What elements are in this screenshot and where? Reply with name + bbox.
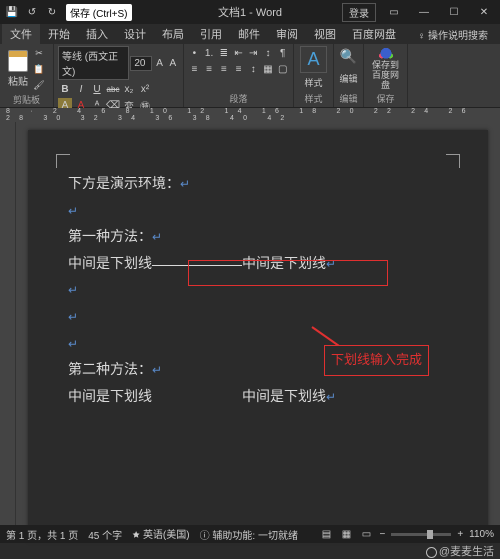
status-words[interactable]: 45 个字	[88, 527, 122, 542]
align-right-icon[interactable]: ≡	[217, 62, 230, 76]
tell-me-search[interactable]: ♀ 操作说明搜索	[410, 25, 496, 44]
statusbar: 第 1 页，共 1 页 45 个字 🟊 英语(美国) ⓘ 辅助功能: 一切就绪 …	[0, 525, 500, 543]
status-lang[interactable]: 🟊 英语(美国)	[132, 526, 189, 543]
font-name-select[interactable]: 等线 (西文正文)	[58, 46, 129, 80]
login-button[interactable]: 登录	[342, 3, 376, 22]
close-icon[interactable]: ✕	[472, 2, 496, 22]
editing-label[interactable]: 编辑	[339, 72, 357, 85]
subscript-button[interactable]: x₂	[122, 82, 136, 96]
zoom-in-icon[interactable]: +	[457, 529, 463, 540]
undo-icon[interactable]: ↺	[24, 4, 40, 20]
annotation-caption: 下划线输入完成	[324, 345, 429, 376]
ribbon-tabs: 文件 开始 插入 设计 布局 引用 邮件 审阅 视图 百度网盘 ♀ 操作说明搜索	[0, 24, 500, 44]
redo-icon[interactable]: ↻	[44, 4, 60, 20]
doc-line-blank1: ↵	[68, 197, 448, 224]
tab-references[interactable]: 引用	[192, 24, 230, 44]
shading-icon[interactable]: ▦	[262, 62, 275, 76]
copy-icon[interactable]: 📋	[32, 62, 46, 76]
shrink-font-icon[interactable]: A	[167, 56, 179, 70]
styles-label: 样式	[304, 76, 322, 89]
group-styles: A 样式 样式	[294, 44, 334, 107]
italic-button[interactable]: I	[74, 82, 88, 96]
tab-file[interactable]: 文件	[2, 24, 40, 44]
group-paragraph: • 1. ≣ ⇤ ⇥ ↕ ¶ ≡ ≡ ≡ ≡ ↕ ▦ ▢ 段落	[184, 44, 294, 107]
margin-corner-tr	[446, 154, 460, 168]
status-page[interactable]: 第 1 页，共 1 页	[6, 527, 78, 542]
paste-icon	[8, 50, 28, 72]
watermark: @麦麦生活	[426, 543, 494, 559]
doc-line-method1: 第一种方法：↵	[68, 223, 448, 250]
group-label-editing: 编辑	[339, 91, 357, 105]
paste-button[interactable]: 粘贴	[4, 48, 32, 90]
annotation-box	[188, 260, 388, 286]
tab-insert[interactable]: 插入	[78, 24, 116, 44]
show-marks-icon[interactable]: ¶	[276, 46, 289, 60]
group-editing: 🔍 编辑 编辑	[334, 44, 364, 107]
find-icon[interactable]: 🔍	[339, 46, 359, 66]
decrease-indent-icon[interactable]: ⇤	[232, 46, 245, 60]
group-label-baidu: 保存	[376, 91, 394, 105]
doc-line-blank3: ↵	[68, 303, 448, 330]
superscript-button[interactable]: x²	[138, 82, 152, 96]
multilevel-icon[interactable]: ≣	[217, 46, 230, 60]
sort-icon[interactable]: ↕	[262, 46, 275, 60]
group-label-styles: 样式	[304, 91, 322, 105]
numbering-icon[interactable]: 1.	[203, 46, 216, 60]
watermark-icon	[426, 547, 437, 558]
ruler-horizontal[interactable]: 8 · 2 4 6 8 10 12 14 16 18 20 22 24 26 2…	[0, 108, 500, 122]
document-title: 文档1 - Word	[218, 4, 282, 20]
doc-line-intro: 下方是演示环境：↵	[68, 170, 448, 197]
format-painter-icon[interactable]: 🖌	[32, 78, 46, 92]
document-area: 下方是演示环境：↵ ↵ 第一种方法：↵ 中间是下划线中间是下划线↵ ↵ ↵ ↵ …	[0, 122, 500, 542]
ruler-marks: 8 · 2 4 6 8 10 12 14 16 18 20 22 24 26 2…	[6, 108, 500, 122]
margin-corner-tl	[56, 154, 70, 168]
status-accessibility[interactable]: ⓘ 辅助功能: 一切就绪	[200, 527, 298, 542]
group-font: 等线 (西文正文) 20 A A B I U abc x₂ x² A A ᴬ ⌫…	[54, 44, 184, 107]
styles-gallery[interactable]: A	[300, 46, 326, 73]
baidu-line2: 百度网盘	[372, 70, 399, 90]
view-read-icon[interactable]: ▤	[319, 527, 333, 541]
zoom-out-icon[interactable]: −	[379, 529, 385, 540]
tab-start[interactable]: 开始	[40, 24, 78, 44]
ruler-vertical[interactable]	[0, 122, 16, 542]
titlebar: 💾 ↺ ↻ 保存 (Ctrl+S) 文档1 - Word 登录 ▭ — ☐ ✕	[0, 0, 500, 24]
tab-mail[interactable]: 邮件	[230, 24, 268, 44]
page[interactable]: 下方是演示环境：↵ ↵ 第一种方法：↵ 中间是下划线中间是下划线↵ ↵ ↵ ↵ …	[28, 130, 488, 540]
line-spacing-icon[interactable]: ↕	[247, 62, 260, 76]
tab-review[interactable]: 审阅	[268, 24, 306, 44]
underline-button[interactable]: U	[90, 82, 104, 96]
baidu-line1: 保存到	[372, 60, 399, 70]
doc-line-underline2: 中间是下划线中间是下划线↵	[68, 383, 448, 410]
tab-view[interactable]: 视图	[306, 24, 344, 44]
strike-button[interactable]: abc	[106, 82, 120, 96]
tab-baidu[interactable]: 百度网盘	[344, 24, 404, 44]
align-left-icon[interactable]: ≡	[188, 62, 201, 76]
group-baidu: 保存到 百度网盘 保存	[364, 44, 408, 107]
increase-indent-icon[interactable]: ⇥	[247, 46, 260, 60]
group-clipboard: 粘贴 ✂ 📋 🖌 剪贴板	[0, 44, 54, 107]
save-tooltip: 保存 (Ctrl+S)	[66, 4, 132, 21]
ribbon-display-icon[interactable]: ▭	[382, 2, 406, 22]
bullets-icon[interactable]: •	[188, 46, 201, 60]
bold-button[interactable]: B	[58, 82, 72, 96]
view-print-icon[interactable]: ▦	[339, 527, 353, 541]
zoom-slider[interactable]	[391, 533, 451, 536]
tab-design[interactable]: 设计	[116, 24, 154, 44]
align-center-icon[interactable]: ≡	[203, 62, 216, 76]
group-label-paragraph: 段落	[188, 91, 289, 105]
zoom-level[interactable]: 110%	[469, 529, 494, 540]
cut-icon[interactable]: ✂	[32, 46, 46, 60]
tab-layout[interactable]: 布局	[154, 24, 192, 44]
grow-font-icon[interactable]: A	[153, 56, 165, 70]
maximize-icon[interactable]: ☐	[442, 2, 466, 22]
view-web-icon[interactable]: ▭	[359, 527, 373, 541]
ribbon: 粘贴 ✂ 📋 🖌 剪贴板 等线 (西文正文) 20 A A B I U abc	[0, 44, 500, 108]
minimize-icon[interactable]: —	[412, 2, 436, 22]
group-label-clipboard: 剪贴板	[4, 92, 49, 106]
font-size-select[interactable]: 20	[130, 56, 152, 71]
justify-icon[interactable]: ≡	[232, 62, 245, 76]
annotation-arrow-icon	[312, 326, 314, 328]
save-icon[interactable]: 💾	[4, 4, 20, 20]
borders-icon[interactable]: ▢	[276, 62, 289, 76]
